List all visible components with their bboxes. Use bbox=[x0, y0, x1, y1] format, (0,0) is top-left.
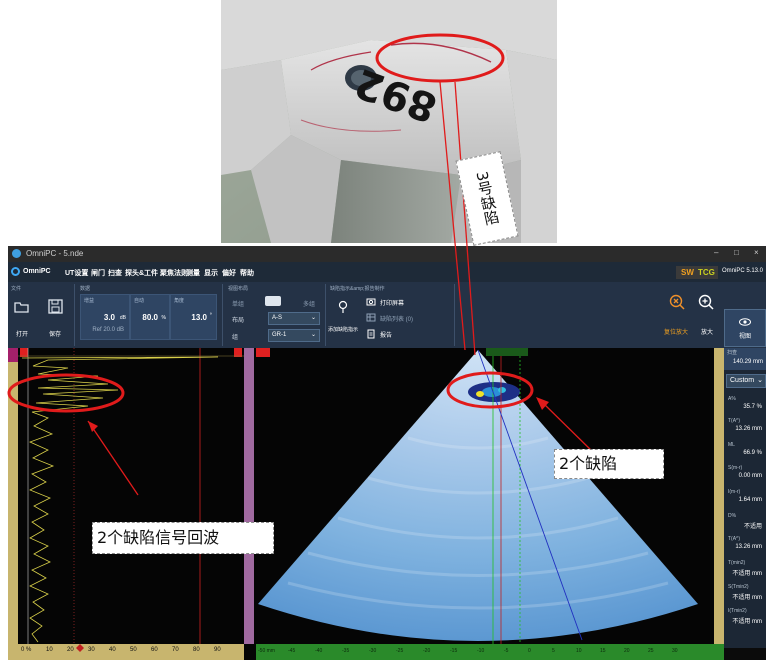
echo-arrow-line bbox=[87, 420, 139, 496]
two-defects-arrow-line bbox=[541, 401, 597, 456]
two-defects-echo-callout: 2个缺陷信号回波 bbox=[92, 522, 274, 554]
echo-arrow-head bbox=[88, 421, 98, 432]
two-defects-callout: 2个缺陷 bbox=[554, 449, 664, 479]
two-defects-arrow-head bbox=[536, 397, 549, 410]
echo-circle bbox=[7, 373, 125, 413]
two-defects-circle bbox=[446, 371, 534, 409]
defect3-circle bbox=[375, 33, 505, 83]
defect3-arrow-line bbox=[439, 81, 466, 351]
annotation-overlay bbox=[7, 33, 597, 496]
